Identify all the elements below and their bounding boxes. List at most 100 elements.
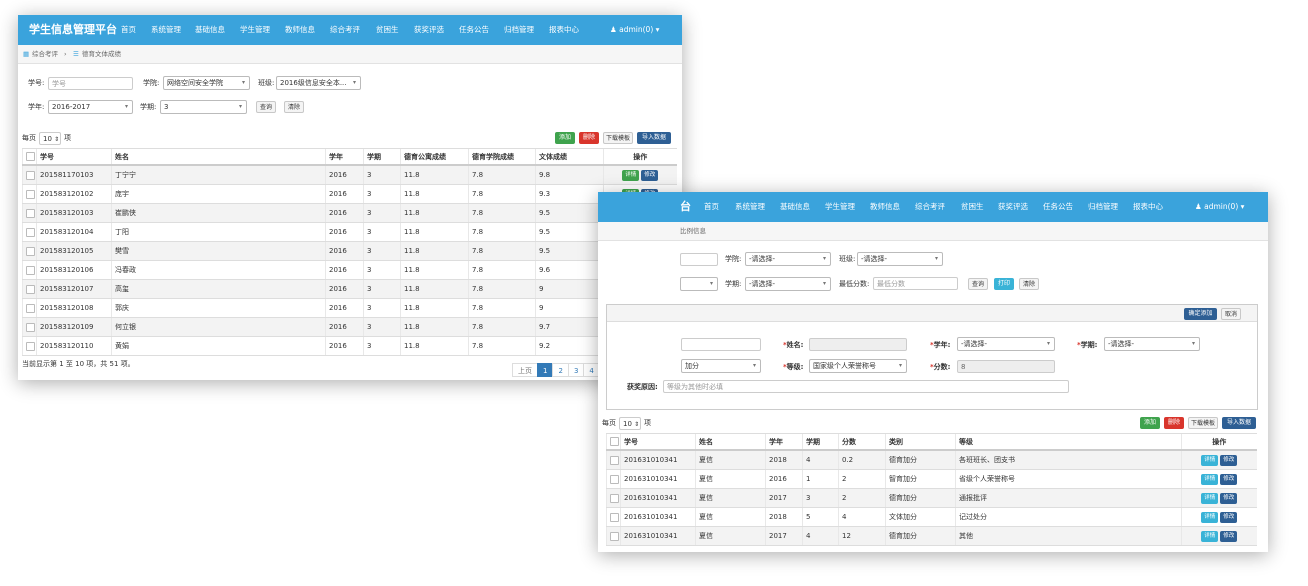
- nav-system[interactable]: 系统管理: [151, 15, 181, 45]
- table-row[interactable]: 201583120108郭庆2016311.87.89详情修改: [22, 298, 677, 318]
- user-menu[interactable]: ♟ admin(0) ▾: [610, 15, 659, 45]
- query-button[interactable]: 查询: [968, 278, 988, 290]
- row-detail-button[interactable]: 详情: [1201, 492, 1219, 504]
- row-checkbox[interactable]: [22, 165, 37, 185]
- nav-home[interactable]: 首页: [704, 192, 719, 222]
- nav-students[interactable]: 学生管理: [825, 192, 855, 222]
- row-checkbox[interactable]: [22, 279, 37, 299]
- row-detail-button[interactable]: 详情: [1201, 473, 1219, 485]
- term-select[interactable]: -请选择- ▾: [745, 277, 831, 291]
- table-row[interactable]: 201631010341 夏信 2018 5 4 文体加分 记过处分 详情 修改: [606, 507, 1257, 527]
- college-select[interactable]: -请选择- ▾: [745, 252, 831, 266]
- nav-reports[interactable]: 报表中心: [1133, 192, 1163, 222]
- row-detail-button[interactable]: 详情: [1201, 454, 1219, 466]
- nav-basic-info[interactable]: 基础信息: [780, 192, 810, 222]
- table-row[interactable]: 201583120103崔鹏侠2016311.87.89.5详情修改: [22, 203, 677, 223]
- column-header[interactable]: 类别: [885, 433, 956, 451]
- column-header[interactable]: 文体成绩: [535, 148, 604, 166]
- college-select[interactable]: 网络空间安全学院 ▾: [163, 76, 250, 90]
- nav-awards[interactable]: 获奖评选: [998, 192, 1028, 222]
- term-select[interactable]: 3 ▾: [160, 100, 247, 114]
- table-row[interactable]: 201583120109何立银2016311.87.89.7详情修改: [22, 317, 677, 337]
- download-template-button[interactable]: 下载模板: [1188, 417, 1218, 429]
- print-button[interactable]: 打印: [994, 278, 1014, 290]
- row-checkbox[interactable]: [22, 184, 37, 204]
- confirm-add-button[interactable]: 确定添加: [1184, 308, 1217, 320]
- row-edit-button[interactable]: 修改: [1220, 511, 1238, 523]
- prev-page-button[interactable]: 上页: [512, 363, 538, 377]
- student-no-input[interactable]: [680, 253, 718, 266]
- column-header[interactable]: 德育公寓成绩: [400, 148, 469, 166]
- row-checkbox[interactable]: [606, 488, 621, 508]
- nav-announcements[interactable]: 任务公告: [459, 15, 489, 45]
- row-checkbox[interactable]: [606, 450, 621, 470]
- nav-teachers[interactable]: 教师信息: [870, 192, 900, 222]
- row-edit-button[interactable]: 修改: [641, 169, 659, 181]
- nav-poverty[interactable]: 贫困生: [961, 192, 984, 222]
- nav-poverty[interactable]: 贫困生: [376, 15, 399, 45]
- table-row[interactable]: 201583120105樊雪2016311.87.89.5详情修改: [22, 241, 677, 261]
- user-menu[interactable]: ♟ admin(0) ▾: [1195, 192, 1244, 222]
- page-button[interactable]: 3: [567, 363, 585, 377]
- row-detail-button[interactable]: 详情: [1201, 511, 1219, 523]
- column-header[interactable]: 分数: [838, 433, 886, 451]
- row-edit-button[interactable]: 修改: [1220, 530, 1238, 542]
- table-row[interactable]: 201631010341 夏信 2017 3 2 德育加分 通报批评 详情 修改: [606, 488, 1257, 508]
- nav-system[interactable]: 系统管理: [735, 192, 765, 222]
- form-level-select[interactable]: 国家级个人荣誉称号 ▾: [809, 359, 907, 373]
- row-checkbox[interactable]: [22, 336, 37, 356]
- nav-reports[interactable]: 报表中心: [549, 15, 579, 45]
- nav-awards[interactable]: 获奖评选: [414, 15, 444, 45]
- table-row[interactable]: 201583120102庞宇2016311.87.89.3详情修改: [22, 184, 677, 204]
- table-row[interactable]: 201631010341 夏信 2016 1 2 智育加分 省级个人荣誉称号 详情 修改: [606, 469, 1257, 489]
- delete-button[interactable]: 删除: [1164, 417, 1184, 429]
- form-term-select[interactable]: -请选择- ▾: [1104, 337, 1200, 351]
- column-header[interactable]: 学期: [802, 433, 839, 451]
- row-checkbox[interactable]: [606, 469, 621, 489]
- row-checkbox[interactable]: [22, 241, 37, 261]
- table-row[interactable]: 201583120106冯春政2016311.87.89.6详情修改: [22, 260, 677, 280]
- class-select[interactable]: 2016级信息安全本... ▾: [276, 76, 361, 90]
- reason-input[interactable]: 等级为其他时必填: [663, 380, 1069, 393]
- clear-button[interactable]: 清除: [1019, 278, 1039, 290]
- add-button[interactable]: 添加: [555, 132, 575, 144]
- row-checkbox[interactable]: [22, 203, 37, 223]
- select-all-checkbox[interactable]: [606, 433, 621, 451]
- import-data-button[interactable]: 导入数据: [637, 132, 671, 144]
- min-score-input[interactable]: 最低分数: [873, 277, 958, 290]
- page-button[interactable]: 1: [537, 363, 554, 377]
- page-size-select[interactable]: 10 ⇕: [619, 417, 641, 430]
- nav-students[interactable]: 学生管理: [240, 15, 270, 45]
- class-select[interactable]: -请选择- ▾: [857, 252, 943, 266]
- page-button[interactable]: 2: [552, 363, 569, 377]
- nav-evaluation[interactable]: 综合考评: [915, 192, 945, 222]
- column-header[interactable]: 学号: [620, 433, 696, 451]
- student-no-input[interactable]: 学号: [48, 77, 133, 90]
- form-year-select[interactable]: -请选择- ▾: [957, 337, 1055, 351]
- row-detail-button[interactable]: 详情: [622, 169, 640, 181]
- select-all-checkbox[interactable]: [22, 148, 37, 166]
- row-checkbox[interactable]: [22, 260, 37, 280]
- table-row[interactable]: 201631010341 夏信 2018 4 0.2 德育加分 各班班长、团支书 详情 修改: [606, 450, 1257, 470]
- add-button[interactable]: 添加: [1140, 417, 1160, 429]
- table-row[interactable]: 201583120104丁阳2016311.87.89.5详情修改: [22, 222, 677, 242]
- row-checkbox[interactable]: [606, 526, 621, 546]
- delete-button[interactable]: 删除: [579, 132, 599, 144]
- row-detail-button[interactable]: 详情: [1201, 530, 1219, 542]
- row-checkbox[interactable]: [606, 507, 621, 527]
- row-edit-button[interactable]: 修改: [1220, 454, 1238, 466]
- row-checkbox[interactable]: [22, 222, 37, 242]
- breadcrumb-item[interactable]: 综合考评: [32, 45, 58, 63]
- row-edit-button[interactable]: 修改: [1220, 492, 1238, 504]
- row-checkbox[interactable]: [22, 317, 37, 337]
- nav-basic-info[interactable]: 基础信息: [195, 15, 225, 45]
- query-button[interactable]: 查询: [256, 101, 276, 113]
- column-header[interactable]: 等级: [955, 433, 1182, 451]
- column-header[interactable]: 学期: [363, 148, 401, 166]
- row-checkbox[interactable]: [22, 298, 37, 318]
- cancel-button[interactable]: 取消: [1221, 308, 1241, 320]
- year-select[interactable]: 2016-2017 ▾: [48, 100, 133, 114]
- nav-teachers[interactable]: 教师信息: [285, 15, 315, 45]
- page-size-select[interactable]: 10 ⇕: [39, 132, 61, 145]
- table-row[interactable]: 201583120107高玺2016311.87.89详情修改: [22, 279, 677, 299]
